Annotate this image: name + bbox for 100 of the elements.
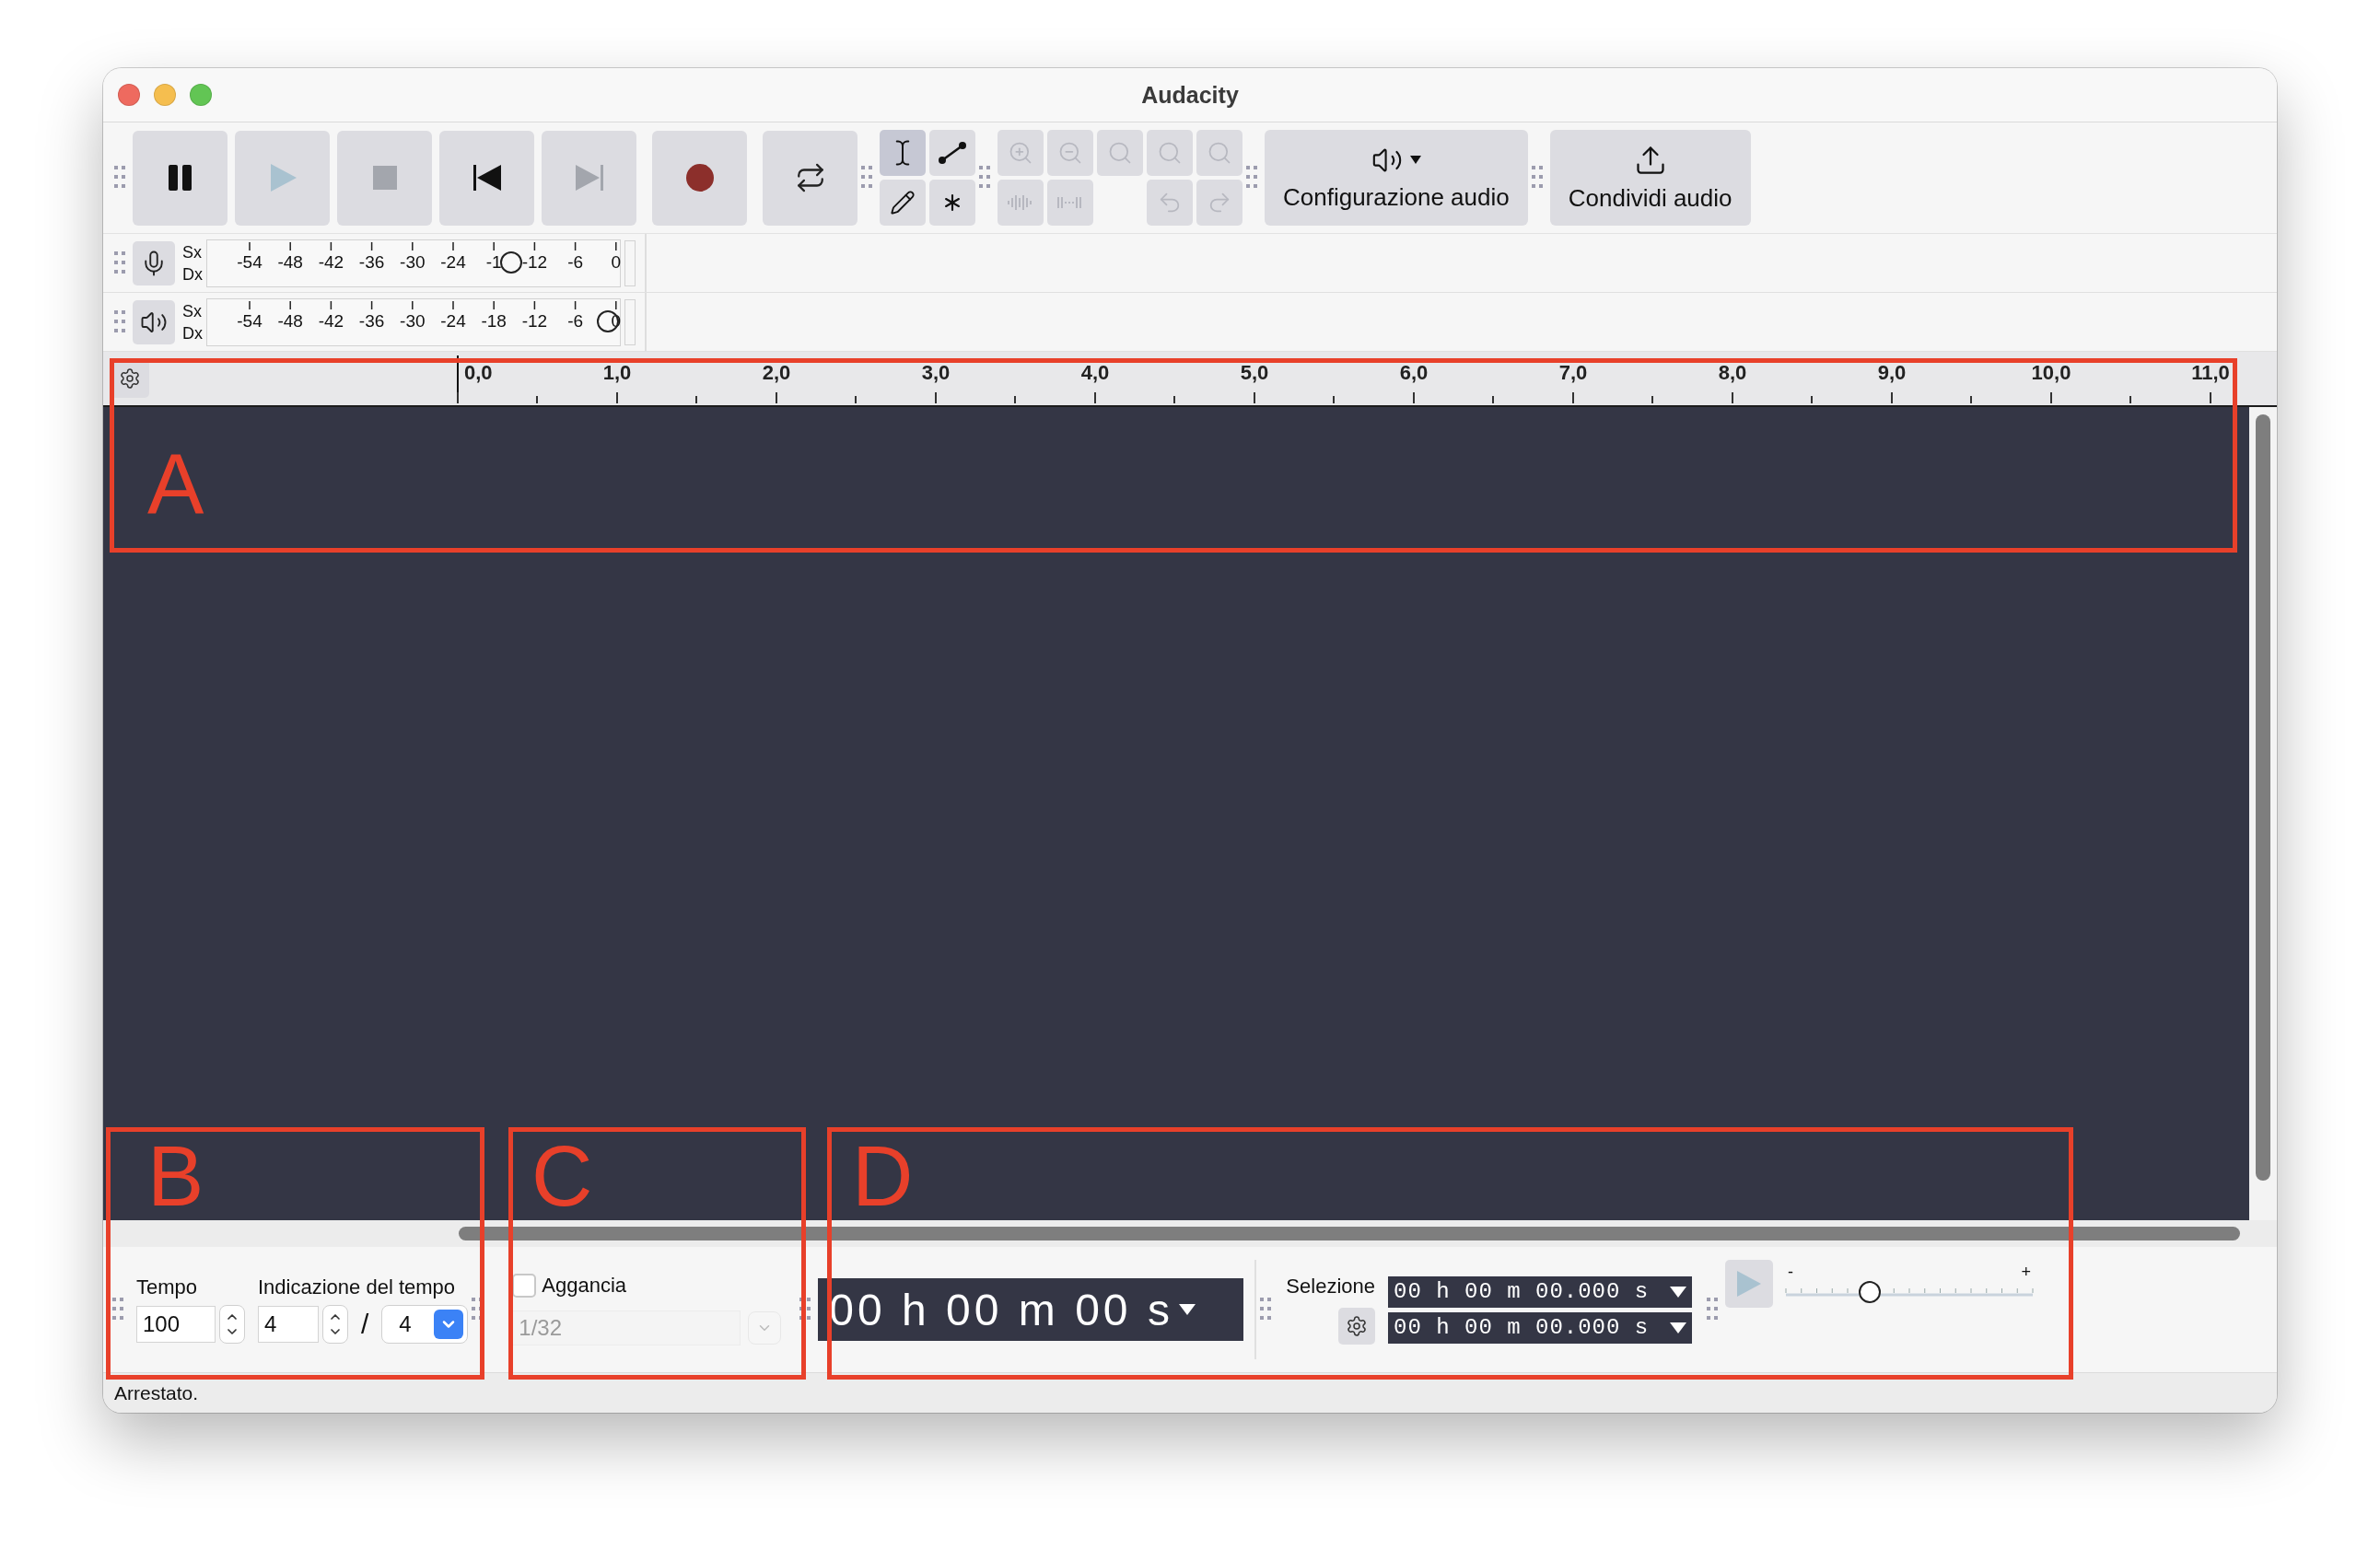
time-display[interactable]: 00 h 00 m 00 s <box>818 1278 1244 1341</box>
window-title: Audacity <box>1141 81 1239 109</box>
close-button[interactable] <box>118 84 140 106</box>
drag-handle-icon[interactable] <box>1260 1298 1272 1322</box>
gain-slider-knob[interactable] <box>500 250 523 274</box>
selection-end-field[interactable]: 00 h 00 m 00.000 s <box>1388 1311 1692 1344</box>
record-icon <box>685 164 714 192</box>
meter-scale-label: 0 <box>611 251 622 273</box>
meter-scale-label: -54 <box>237 251 262 273</box>
beat-unit-dropdown[interactable]: 4 <box>381 1305 469 1344</box>
drag-handle-icon[interactable] <box>114 309 125 334</box>
meter-scale-label: -12 <box>521 310 548 332</box>
channel-label: Sx <box>182 241 203 263</box>
envelope-tool-button[interactable] <box>929 130 975 176</box>
meter-scale-label: -6 <box>567 310 584 332</box>
meter-scale-label: -24 <box>440 251 466 273</box>
ruler-label: 7,0 <box>1558 361 1588 385</box>
drag-handle-icon[interactable] <box>112 1298 123 1322</box>
snap-label: Aggancia <box>542 1274 627 1298</box>
drag-handle-icon[interactable] <box>1707 1298 1718 1322</box>
stop-icon <box>372 166 397 190</box>
meter-scale-label: -36 <box>358 310 385 332</box>
speed-slider[interactable] <box>1782 1280 2036 1304</box>
drag-handle-icon[interactable] <box>114 166 125 190</box>
meter-scale-label: -42 <box>318 310 344 332</box>
ruler-label: 9,0 <box>1877 361 1907 385</box>
selection-start-field[interactable]: 00 h 00 m 00.000 s <box>1388 1275 1692 1308</box>
ruler-label: 6,0 <box>1399 361 1429 385</box>
loop-button[interactable] <box>763 130 858 226</box>
zoom-in-icon <box>1008 140 1033 166</box>
settings-button[interactable] <box>1338 1308 1375 1345</box>
vertical-scrollbar[interactable] <box>2256 414 2270 1181</box>
caret-icon <box>1670 1286 1686 1298</box>
magnifier-icon <box>1107 140 1133 166</box>
minimize-button[interactable] <box>154 84 176 106</box>
recording-meter[interactable]: -54 -48 -42 -36 -30 -24 -1 -12 -6 0 <box>206 239 621 287</box>
pause-button[interactable] <box>133 130 228 226</box>
fit-selection-button[interactable] <box>1097 130 1143 176</box>
zoom-button[interactable] <box>190 84 212 106</box>
zoom-out-button[interactable] <box>1047 130 1093 176</box>
drag-handle-icon[interactable] <box>114 250 125 275</box>
meter-scale-label: -54 <box>237 310 262 332</box>
stepper-button[interactable] <box>219 1305 245 1344</box>
play-icon <box>1737 1271 1761 1297</box>
audio-setup-button[interactable]: Configurazione audio <box>1265 130 1528 226</box>
status-text: Arrestato. <box>114 1381 199 1404</box>
annotation-label: C <box>531 1134 593 1218</box>
meter-scale-label: -1 <box>485 251 502 273</box>
magnifier-icon <box>1207 140 1232 166</box>
drag-handle-icon[interactable] <box>1246 166 1257 190</box>
multi-tool-button[interactable] <box>929 180 975 226</box>
undo-button[interactable] <box>1147 180 1193 226</box>
pencil-icon <box>890 190 916 215</box>
fit-project-button[interactable] <box>1147 130 1193 176</box>
meter-scale-label: -12 <box>521 251 548 273</box>
ruler-label: 1,0 <box>602 361 632 385</box>
meter-scale-label: -36 <box>358 251 385 273</box>
meter-scale-label: -30 <box>400 251 426 273</box>
slider-max-label: + <box>2021 1264 2031 1280</box>
ruler-label: 4,0 <box>1080 361 1110 385</box>
beats-field[interactable]: 4 <box>258 1306 319 1343</box>
redo-button[interactable] <box>1196 180 1242 226</box>
draw-tool-button[interactable] <box>880 180 926 226</box>
zoom-out-icon <box>1057 140 1083 166</box>
drag-handle-icon[interactable] <box>799 1298 811 1322</box>
drag-handle-icon[interactable] <box>979 166 990 190</box>
selection-tool-button[interactable] <box>880 130 926 176</box>
play-icon <box>268 164 297 192</box>
horizontal-scrollbar[interactable] <box>459 1227 2240 1240</box>
ruler-label: 3,0 <box>921 361 951 385</box>
selection-label: Selezione <box>1286 1275 1375 1299</box>
drag-handle-icon[interactable] <box>861 166 872 190</box>
zoom-toggle-button[interactable] <box>1196 130 1242 176</box>
record-button[interactable] <box>652 130 747 226</box>
trim-button[interactable] <box>998 180 1044 226</box>
silence-button[interactable] <box>1047 180 1093 226</box>
meter-scale-label: -42 <box>318 251 344 273</box>
skip-to-start-button[interactable] <box>439 130 534 226</box>
ruler-label: 11,0 <box>2191 361 2230 385</box>
share-audio-button[interactable]: Condividi audio <box>1549 130 1751 226</box>
drag-handle-icon[interactable] <box>1531 166 1543 190</box>
skip-to-end-icon <box>575 165 603 191</box>
magnifier-icon <box>1157 140 1183 166</box>
tempo-label: Tempo <box>136 1275 199 1299</box>
annotation-label: A <box>147 442 204 527</box>
slider-thumb[interactable] <box>1859 1281 1882 1303</box>
speaker-button[interactable] <box>133 299 175 344</box>
meter-scale-label: -48 <box>277 310 303 332</box>
microphone-button[interactable] <box>133 240 175 285</box>
slider-min-label: - <box>1788 1264 1793 1280</box>
caret-icon <box>1670 1322 1686 1334</box>
envelope-icon <box>938 141 967 165</box>
tempo-field[interactable]: 100 <box>136 1306 216 1343</box>
stepper-button[interactable] <box>322 1305 348 1344</box>
channel-label: Dx <box>182 263 204 285</box>
pause-icon <box>168 165 192 191</box>
play-at-speed-button[interactable] <box>1725 1260 1773 1308</box>
annotation-label: D <box>852 1134 914 1218</box>
zoom-in-button[interactable] <box>998 130 1044 176</box>
meter-scale-label: -48 <box>277 251 303 273</box>
